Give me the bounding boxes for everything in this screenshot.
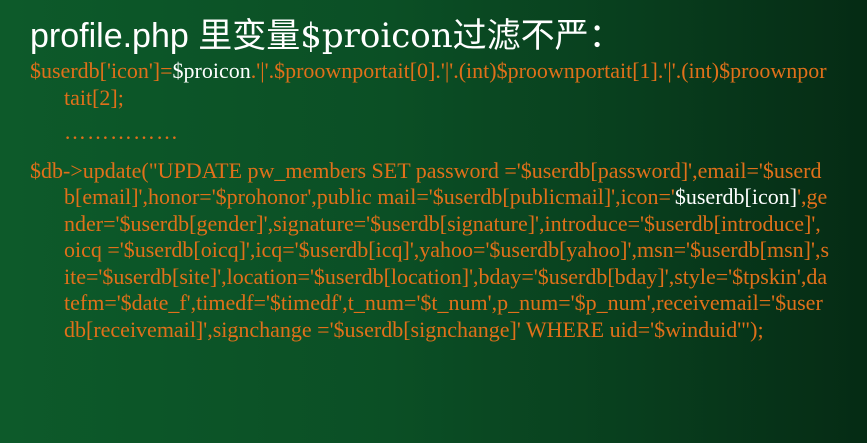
code-highlight: $proicon — [172, 58, 251, 83]
code-line-sql-update: $db->update("UPDATE pw_members SET passw… — [30, 158, 830, 344]
slide-title: profile.php 里变量$proicon过滤不严： — [30, 8, 623, 57]
ellipsis: …………… — [64, 119, 179, 144]
code-highlight: $userdb[icon] — [674, 184, 798, 209]
code-text: $userdb['icon']= — [30, 58, 173, 83]
title-latin: profile.php — [30, 17, 199, 55]
title-cjk: 里变量$proicon过滤不严： — [198, 16, 623, 56]
code-block: $userdb['icon']=$proicon.'|'.$proownport… — [30, 58, 830, 343]
code-line-icon-assignment: $userdb['icon']=$proicon.'|'.$proownport… — [30, 58, 830, 111]
